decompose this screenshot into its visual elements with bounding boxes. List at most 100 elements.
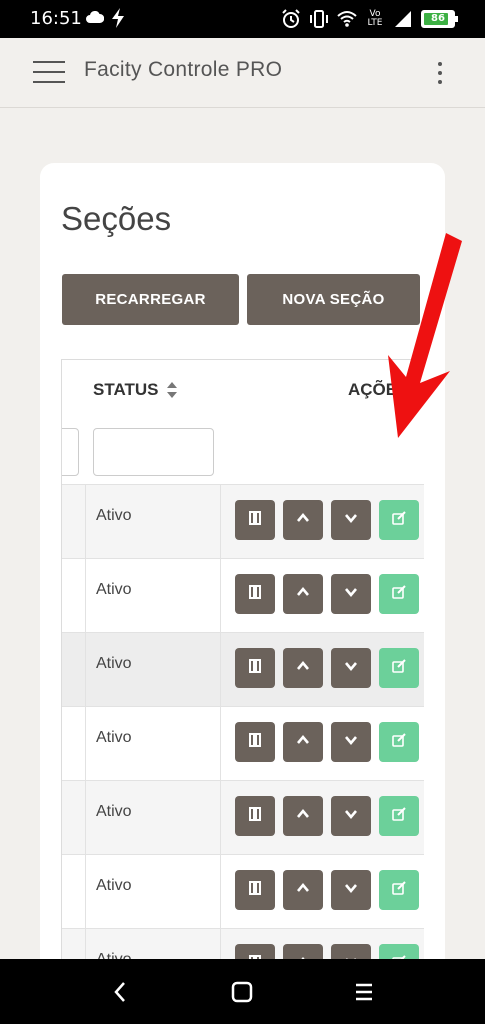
move-down-button[interactable] <box>331 574 371 614</box>
move-up-button[interactable] <box>283 796 323 836</box>
actions-cell <box>221 485 424 558</box>
move-down-button[interactable] <box>331 870 371 910</box>
wifi-icon <box>337 11 357 27</box>
app-bar: Facity Controle PRO <box>0 38 485 108</box>
edit-button[interactable] <box>379 722 419 762</box>
pause-icon <box>247 510 263 530</box>
status-cell: Ativo <box>86 559 221 632</box>
row-cell-previous <box>62 633 86 706</box>
status-filter-input[interactable] <box>93 428 214 476</box>
app-title: Facity Controle PRO <box>84 58 283 81</box>
more-vert-icon[interactable] <box>430 60 450 86</box>
sort-icon[interactable] <box>166 381 178 399</box>
table-row[interactable]: Ativo <box>62 706 424 780</box>
move-up-button[interactable] <box>283 870 323 910</box>
actions-cell <box>221 781 424 854</box>
status-column-label: STATUS <box>93 380 159 399</box>
pause-button[interactable] <box>235 648 275 688</box>
status-value: Ativo <box>96 877 132 894</box>
home-icon[interactable] <box>229 979 255 1005</box>
status-bar: 16:51 Vo LTE 86 <box>0 0 485 38</box>
move-up-button[interactable] <box>283 722 323 762</box>
edit-button[interactable] <box>379 796 419 836</box>
chevron-up-icon <box>295 732 311 752</box>
status-cell: Ativo <box>86 633 221 706</box>
edit-button[interactable] <box>379 500 419 540</box>
vibrate-icon <box>310 10 328 28</box>
pause-icon <box>247 584 263 604</box>
edit-button[interactable] <box>379 648 419 688</box>
table-row[interactable]: Ativo <box>62 780 424 854</box>
edit-icon <box>391 658 407 678</box>
move-up-button[interactable] <box>283 574 323 614</box>
actions-cell <box>221 559 424 632</box>
pause-button[interactable] <box>235 722 275 762</box>
actions-cell <box>221 855 424 928</box>
status-value: Ativo <box>96 581 132 598</box>
actions-column-header: AÇÕES <box>348 380 409 399</box>
chevron-up-icon <box>295 584 311 604</box>
status-column-header[interactable]: STATUS <box>93 380 178 400</box>
actions-cell <box>221 633 424 706</box>
battery-percent: 86 <box>431 13 445 24</box>
chevron-down-icon <box>343 806 359 826</box>
edit-button[interactable] <box>379 870 419 910</box>
table-row[interactable]: Ativo <box>62 854 424 928</box>
status-value: Ativo <box>96 803 132 820</box>
chevron-down-icon <box>343 732 359 752</box>
actions-cell <box>221 707 424 780</box>
pause-icon <box>247 732 263 752</box>
pause-button[interactable] <box>235 574 275 614</box>
chevron-down-icon <box>343 658 359 678</box>
move-up-button[interactable] <box>283 648 323 688</box>
move-up-button[interactable] <box>283 500 323 540</box>
row-cell-previous <box>62 485 86 558</box>
pause-button[interactable] <box>235 796 275 836</box>
flash-icon <box>112 8 124 28</box>
chevron-down-icon <box>343 510 359 530</box>
status-cell: Ativo <box>86 781 221 854</box>
alarm-icon <box>282 9 300 28</box>
pause-icon <box>247 806 263 826</box>
move-down-button[interactable] <box>331 500 371 540</box>
sections-table: STATUS AÇÕES Ativo Ativo Ativo Ativo Ativo At… <box>61 359 424 999</box>
filter-input-previous-column[interactable] <box>62 428 79 476</box>
status-cell: Ativo <box>86 855 221 928</box>
table-row[interactable]: Ativo <box>62 558 424 632</box>
reload-button[interactable]: RECARREGAR <box>62 274 239 325</box>
chevron-up-icon <box>295 880 311 900</box>
chevron-down-icon <box>343 584 359 604</box>
pause-icon <box>247 880 263 900</box>
edit-button[interactable] <box>379 574 419 614</box>
edit-icon <box>391 584 407 604</box>
recents-icon[interactable] <box>351 979 377 1005</box>
pause-button[interactable] <box>235 500 275 540</box>
table-row[interactable]: Ativo <box>62 632 424 706</box>
edit-icon <box>391 732 407 752</box>
system-nav-bar <box>0 959 485 1024</box>
status-value: Ativo <box>96 729 132 746</box>
move-down-button[interactable] <box>331 796 371 836</box>
battery-icon: 86 <box>421 10 458 28</box>
status-value: Ativo <box>96 507 132 524</box>
edit-icon <box>391 806 407 826</box>
move-down-button[interactable] <box>331 648 371 688</box>
edit-icon <box>391 880 407 900</box>
back-icon[interactable] <box>108 979 134 1005</box>
edit-icon <box>391 510 407 530</box>
chevron-up-icon <box>295 658 311 678</box>
status-cell: Ativo <box>86 485 221 558</box>
table-header: STATUS AÇÕES <box>62 360 424 484</box>
status-value: Ativo <box>96 655 132 672</box>
signal-icon <box>395 11 411 27</box>
new-section-button[interactable]: NOVA SEÇÃO <box>247 274 420 325</box>
hamburger-menu-icon[interactable] <box>33 58 65 86</box>
row-cell-previous <box>62 781 86 854</box>
pause-button[interactable] <box>235 870 275 910</box>
cloud-icon <box>86 11 104 23</box>
volte-label: Vo LTE <box>367 9 383 28</box>
status-time: 16:51 <box>30 8 82 29</box>
chevron-down-icon <box>343 880 359 900</box>
table-row[interactable]: Ativo <box>62 484 424 558</box>
move-down-button[interactable] <box>331 722 371 762</box>
